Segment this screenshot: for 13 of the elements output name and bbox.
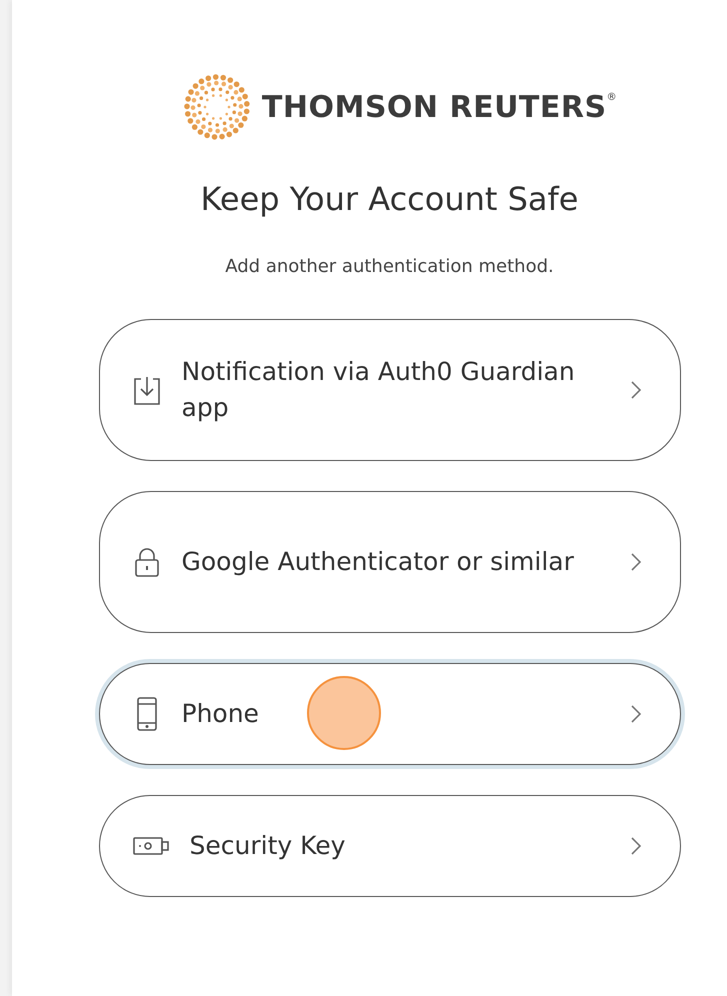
chevron-right-icon	[630, 704, 642, 724]
security-key-icon	[132, 835, 170, 857]
logo-icon	[182, 72, 252, 142]
subtitle: Add another authentication method.	[225, 256, 554, 277]
method-button[interactable]: Notification via Auth0 Guardian app	[98, 319, 680, 461]
brand-name: THOMSON REUTERS$^{®}$	[262, 90, 618, 124]
page-title: Keep Your Account Safe	[200, 180, 578, 218]
method-button[interactable]: Google Authenticator or similar	[98, 491, 680, 633]
chevron-right-icon	[630, 836, 642, 856]
chevron-right-icon	[630, 552, 642, 572]
chevron-right-icon	[630, 380, 642, 400]
download-icon	[132, 374, 162, 406]
method-button[interactable]: Security Key	[98, 795, 680, 897]
